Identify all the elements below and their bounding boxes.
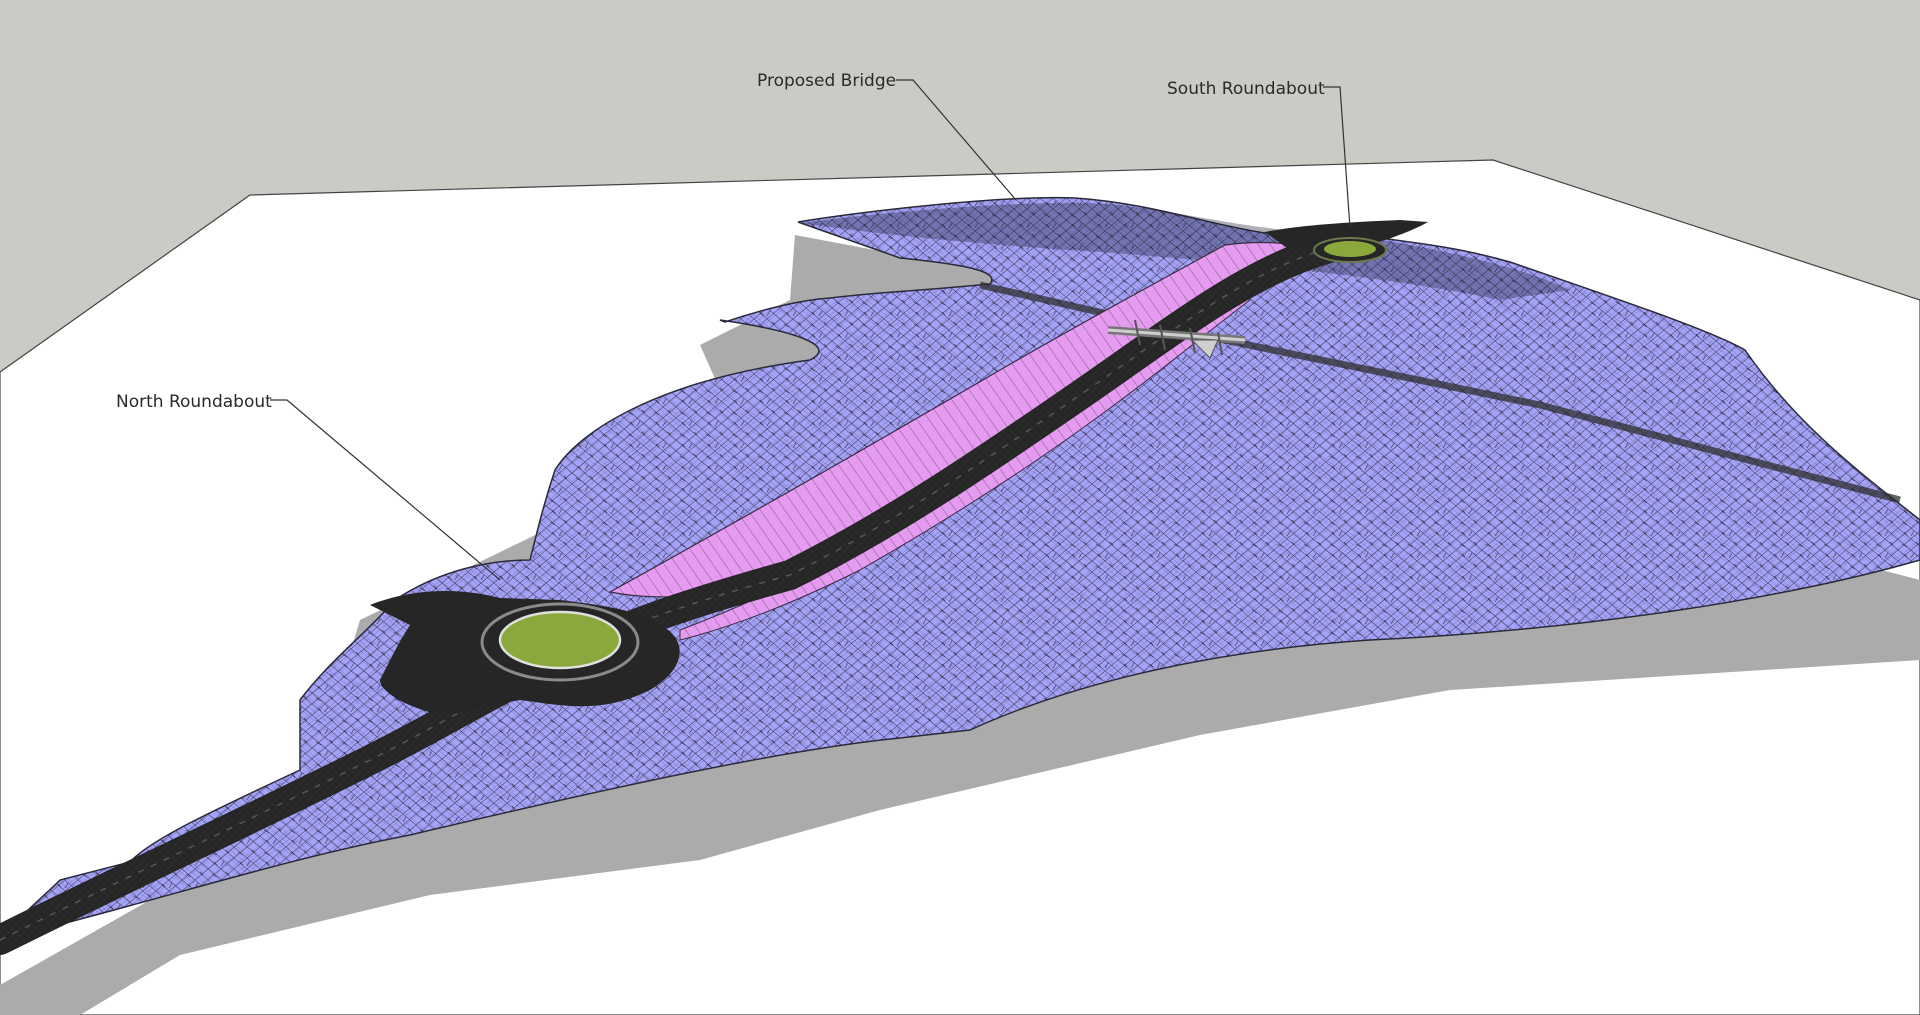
site-model-view: Proposed Bridge South Roundabout North R… [0,0,1920,1015]
callout-proposed-bridge-label: Proposed Bridge [757,71,896,91]
south-roundabout-island [1324,241,1376,257]
callout-south-roundabout-label: South Roundabout [1167,79,1325,99]
north-roundabout-island [498,610,622,670]
callout-north-roundabout-label: North Roundabout [116,392,272,412]
